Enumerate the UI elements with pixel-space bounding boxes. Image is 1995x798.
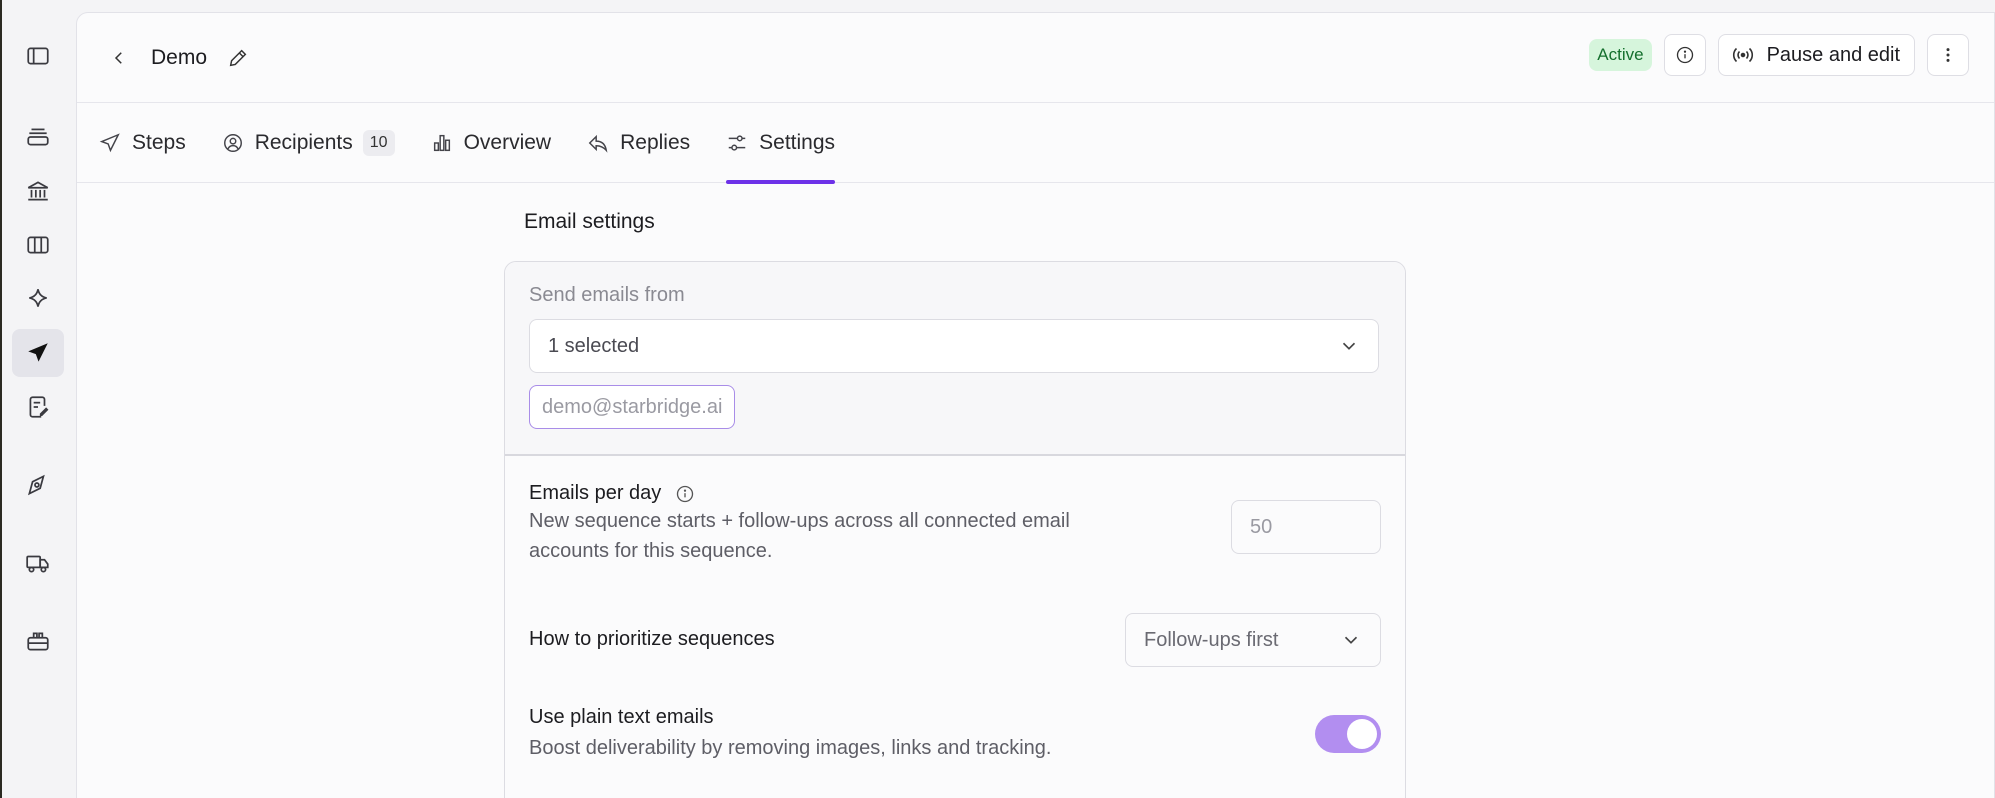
per-day-value: 50 — [1250, 515, 1273, 538]
per-day-desc-line1: New sequence starts + follow-ups across … — [529, 510, 1070, 532]
tab-overview[interactable]: Overview — [431, 103, 552, 183]
prioritize-label: How to prioritize sequences — [529, 628, 775, 651]
more-options-button[interactable] — [1927, 34, 1969, 76]
bar-chart-icon — [433, 134, 450, 151]
back-button[interactable] — [105, 44, 133, 72]
emails-per-day-input[interactable]: 50 — [1231, 500, 1381, 554]
sidebar-item-explore[interactable] — [12, 461, 64, 509]
sidebar-item-delivery[interactable] — [12, 539, 64, 587]
bank-icon — [27, 181, 49, 201]
tab-settings[interactable]: Settings — [726, 103, 836, 184]
tab-steps[interactable]: Steps — [99, 103, 186, 183]
status-badge: Active — [1589, 39, 1652, 71]
info-icon — [1676, 46, 1693, 64]
selected-email: demo@starbridge.ai — [542, 395, 723, 418]
selected-email-chip[interactable]: demo@starbridge.ai — [529, 385, 736, 429]
columns-icon — [27, 236, 49, 254]
send-from-select[interactable]: 1 selected — [529, 319, 1379, 373]
sidebar-item-sequences[interactable] — [12, 329, 64, 377]
email-settings-card: Send emails from 1 selected demo@starbri… — [504, 261, 1406, 798]
plain-text-description: Boost deliverability by removing images,… — [529, 737, 1052, 759]
user-circle-icon — [223, 133, 242, 152]
section-title: Email settings — [524, 210, 655, 233]
per-day-description: New sequence starts + follow-ups across … — [529, 506, 1070, 566]
prioritize-select[interactable]: Follow-ups first — [1125, 613, 1381, 667]
chevron-down-icon — [1344, 636, 1358, 644]
stack-icon — [27, 128, 49, 146]
info-icon[interactable] — [675, 484, 695, 504]
sidebar-item-stack[interactable] — [12, 113, 64, 161]
reply-icon — [588, 134, 608, 153]
emails-per-day-label: Emails per day — [529, 482, 695, 505]
chevron-down-icon — [1342, 342, 1356, 350]
send-icon — [99, 132, 120, 152]
sender-block: Send emails from 1 selected demo@starbri… — [505, 262, 1405, 456]
plain-text-label: Use plain text emails — [529, 706, 714, 729]
document-edit-icon — [29, 396, 49, 418]
tab-label: Overview — [463, 130, 552, 154]
send-from-label: Send emails from — [529, 284, 685, 306]
per-day-desc-line2: accounts for this sequence. — [529, 540, 773, 562]
pause-label: Pause and edit — [1766, 43, 1900, 66]
sliders-icon — [728, 134, 746, 151]
sparkle-icon — [29, 289, 47, 307]
sidebar-toggle-button[interactable] — [12, 32, 64, 80]
sidebar-item-ai[interactable] — [12, 275, 64, 323]
plain-text-toggle[interactable] — [1315, 715, 1381, 753]
sidebar-item-templates[interactable] — [12, 383, 64, 431]
plain-text-label-text: Use plain text emails — [529, 706, 714, 728]
sequence-title: Demo — [151, 45, 208, 69]
sequence-header: Demo Active Pause and edit — [77, 13, 1994, 103]
sidebar-item-tables[interactable] — [12, 221, 64, 269]
tab-label: Settings — [759, 130, 836, 154]
briefcase-icon — [27, 632, 49, 651]
rename-button[interactable] — [225, 45, 251, 71]
tab-label: Recipients — [254, 130, 353, 154]
truck-icon — [26, 555, 49, 573]
pencil-icon — [229, 49, 247, 66]
info-button[interactable] — [1663, 34, 1706, 76]
compass-icon — [27, 474, 45, 496]
send-from-value: 1 selected — [548, 334, 640, 357]
prioritize-value: Follow-ups first — [1144, 628, 1279, 651]
sidebar — [2, 0, 74, 798]
more-vertical-icon — [1946, 48, 1950, 62]
sidebar-item-accounts[interactable] — [12, 167, 64, 215]
panel-toggle-icon — [27, 47, 49, 65]
sidebar-item-integrations[interactable] — [12, 617, 64, 665]
tab-replies[interactable]: Replies — [587, 103, 690, 183]
sequence-tabs: Steps Recipients 10 Overview Replies Set… — [77, 103, 1994, 184]
pause-and-edit-button[interactable]: Pause and edit — [1717, 34, 1915, 76]
header-actions: Active Pause and edit — [1589, 34, 1969, 76]
prioritize-label-text: How to prioritize sequences — [529, 628, 775, 650]
tab-recipients[interactable]: Recipients 10 — [222, 103, 395, 183]
broadcast-icon — [1732, 47, 1753, 63]
recipients-count: 10 — [362, 129, 395, 156]
per-day-label: Emails per day — [529, 482, 662, 504]
tab-label: Replies — [620, 130, 691, 154]
chevron-left-icon — [114, 51, 122, 64]
tab-label: Steps — [132, 130, 186, 154]
send-icon — [28, 343, 48, 362]
